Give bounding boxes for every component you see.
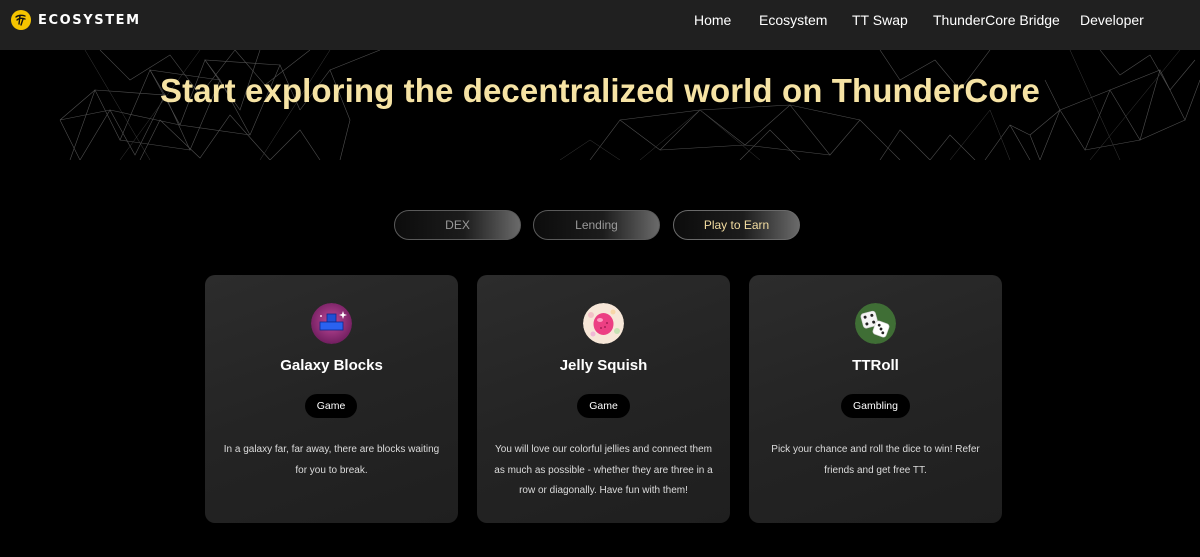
- nav-links: Home Ecosystem TT Swap ThunderCore Bridg…: [0, 12, 1200, 32]
- category-badge: Gambling: [841, 394, 910, 418]
- card-description: Pick your chance and roll the dice to wi…: [771, 444, 980, 476]
- nav-link-developer[interactable]: Developer: [1080, 12, 1144, 28]
- nav-link-home[interactable]: Home: [694, 12, 731, 28]
- hero-banner: Start exploring the decentralized world …: [0, 50, 1200, 160]
- tab-play-to-earn[interactable]: Play to Earn: [673, 210, 800, 240]
- card-title: TTRoll: [852, 357, 899, 374]
- category-tabs: DEX Lending Play to Earn: [0, 210, 1200, 240]
- app-card-galaxy-blocks[interactable]: Galaxy Blocks Game In a galaxy far, far …: [205, 275, 458, 523]
- tab-dex[interactable]: DEX: [394, 210, 521, 240]
- hero-title: Start exploring the decentralized world …: [160, 72, 1040, 109]
- app-card-jelly-squish[interactable]: Jelly Squish Game You will love our colo…: [477, 275, 730, 523]
- top-navbar: Ecosystem Home Ecosystem TT Swap Thunder…: [0, 0, 1200, 50]
- galaxy-blocks-icon: [311, 303, 352, 344]
- card-title: Jelly Squish: [559, 357, 648, 374]
- tab-lending[interactable]: Lending: [533, 210, 660, 240]
- nav-link-ecosystem[interactable]: Ecosystem: [759, 12, 827, 28]
- nav-link-tt-swap[interactable]: TT Swap: [852, 12, 908, 28]
- nav-link-thundercore-bridge[interactable]: ThunderCore Bridge: [933, 12, 1060, 28]
- card-description: You will love our colorful jellies and c…: [494, 444, 713, 496]
- category-badge: Game: [577, 394, 630, 418]
- app-card-ttroll[interactable]: TTRoll Gambling Pick your chance and rol…: [749, 275, 1002, 523]
- category-badge: Game: [305, 394, 357, 418]
- jelly-squish-icon: [583, 303, 624, 344]
- card-description: In a galaxy far, far away, there are blo…: [223, 444, 440, 476]
- dice-icon: [855, 303, 896, 344]
- card-title: Galaxy Blocks: [280, 357, 383, 374]
